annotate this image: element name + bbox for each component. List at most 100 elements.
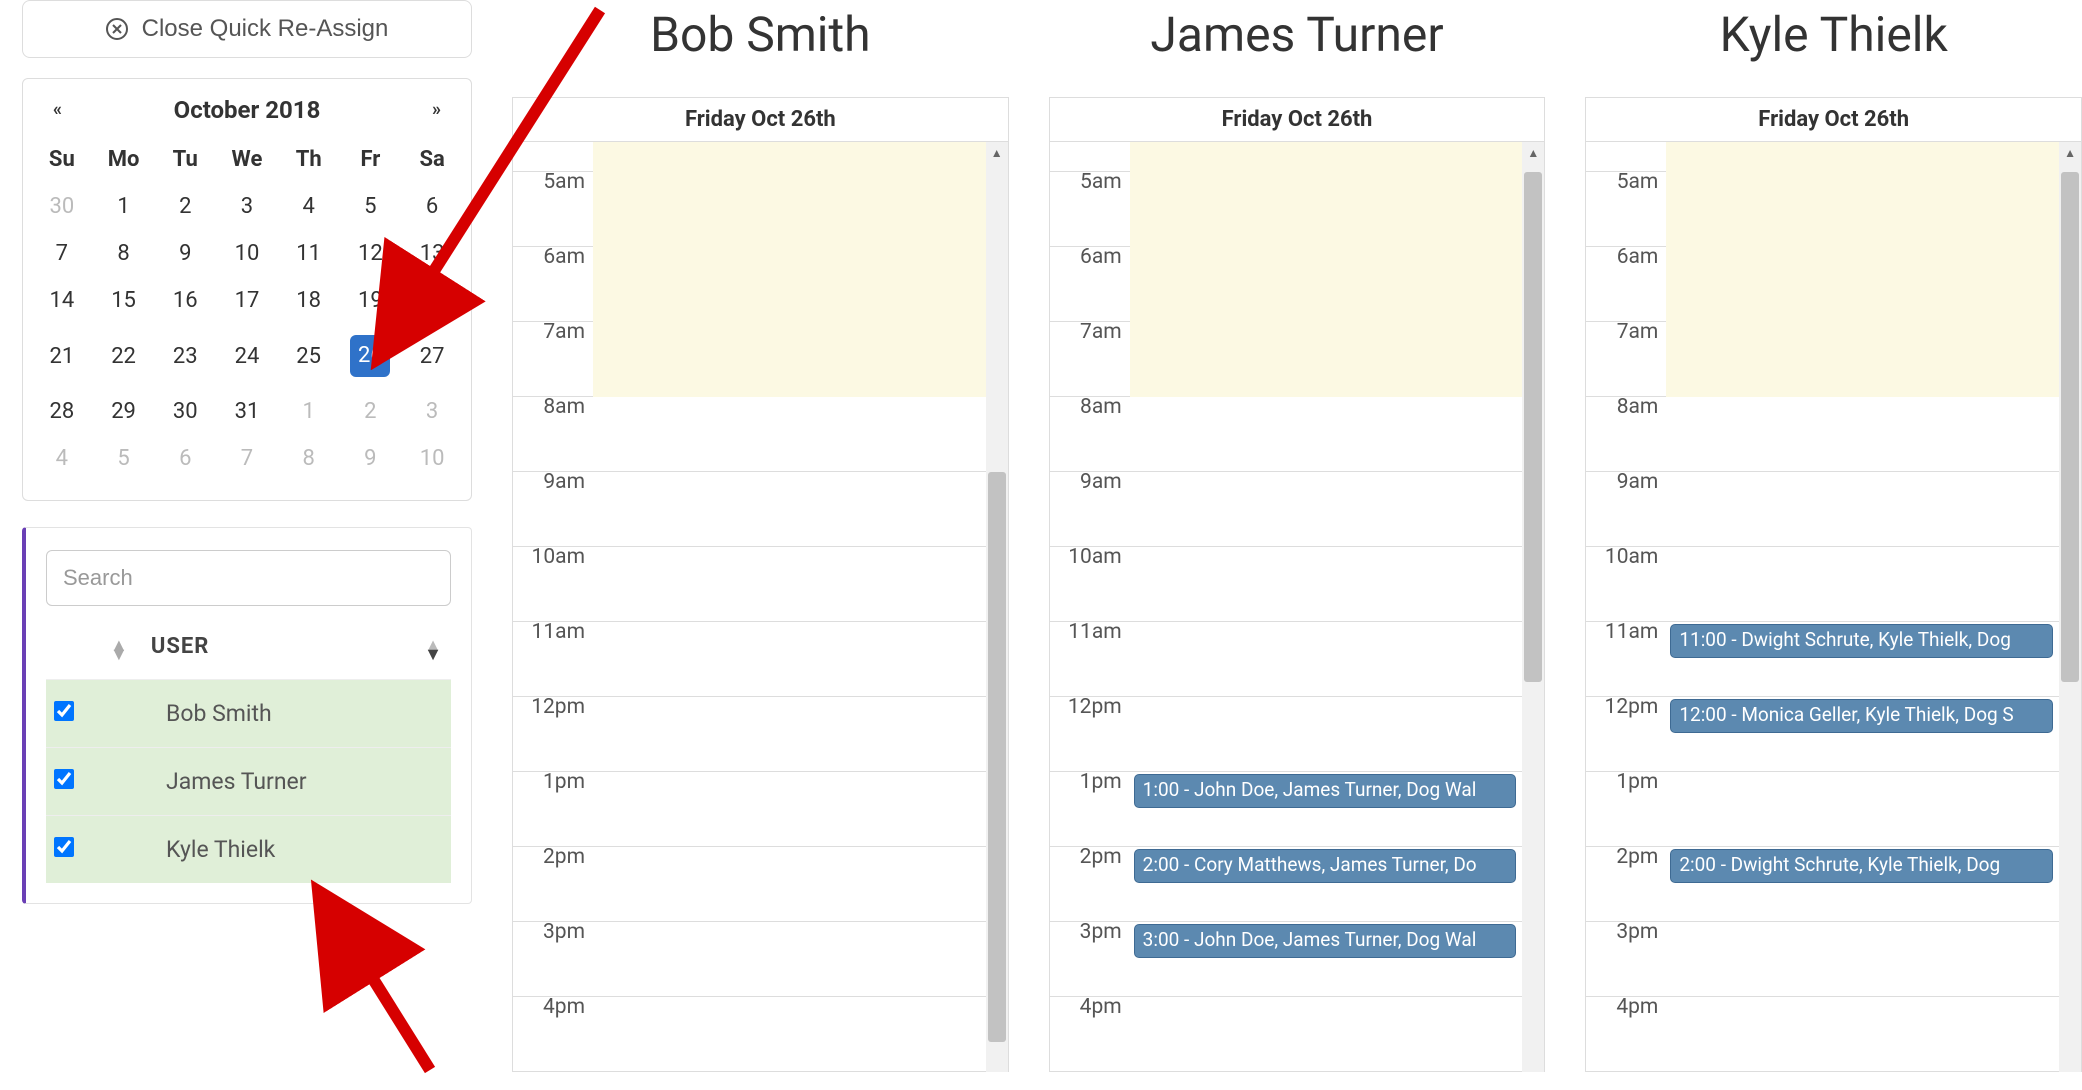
- hour-label: 5am: [513, 172, 593, 247]
- scrollbar[interactable]: ▲: [1522, 142, 1544, 1072]
- calendar-day[interactable]: 13: [401, 230, 463, 277]
- scrollbar[interactable]: ▲: [2059, 142, 2081, 1072]
- weekday-header: Fr: [340, 136, 402, 183]
- user-column-header: USER: [151, 634, 210, 659]
- scrollbar-thumb[interactable]: [2061, 172, 2079, 682]
- calendar-day[interactable]: 5: [340, 183, 402, 230]
- hour-label: 12pm: [513, 697, 593, 772]
- person-name: Bob Smith: [512, 0, 1009, 97]
- scroll-up-icon[interactable]: ▲: [986, 142, 1008, 164]
- user-checkbox[interactable]: [54, 701, 74, 721]
- calendar-event[interactable]: 12:00 - Monica Geller, Kyle Thielk, Dog …: [1670, 699, 2053, 733]
- calendar-day[interactable]: 20: [401, 277, 463, 324]
- calendar-day[interactable]: 27: [401, 324, 463, 388]
- user-name: Kyle Thielk: [110, 836, 443, 863]
- calendar-day[interactable]: 7: [31, 230, 93, 277]
- calendar-event[interactable]: 1:00 - John Doe, James Turner, Dog Wal: [1134, 774, 1517, 808]
- calendar-day[interactable]: 2: [340, 388, 402, 435]
- sort-desc-icon[interactable]: ▲▼: [424, 641, 443, 659]
- calendar-day[interactable]: 4: [31, 435, 93, 482]
- calendar-day[interactable]: 25: [278, 324, 340, 388]
- scrollbar-thumb[interactable]: [1524, 172, 1542, 682]
- scrollbar[interactable]: ▲: [986, 142, 1008, 1072]
- user-checkbox[interactable]: [54, 769, 74, 789]
- calendar-event[interactable]: 2:00 - Dwight Schrute, Kyle Thielk, Dog: [1670, 849, 2053, 883]
- calendar-month-label: October 2018: [174, 96, 321, 124]
- hour-label: 5am: [1586, 172, 1666, 247]
- calendar-day[interactable]: 17: [216, 277, 278, 324]
- calendar-day[interactable]: 4: [278, 183, 340, 230]
- scroll-up-icon[interactable]: ▲: [2059, 142, 2081, 164]
- calendar-day[interactable]: 1: [93, 183, 155, 230]
- weekday-header: Su: [31, 136, 93, 183]
- hour-label: 9am: [513, 472, 593, 547]
- event-column[interactable]: 1:00 - John Doe, James Turner, Dog Wal 2:…: [1130, 142, 1523, 1072]
- calendar-day[interactable]: 6: [154, 435, 216, 482]
- hour-label: 4am: [513, 142, 593, 172]
- user-row[interactable]: James Turner: [46, 747, 451, 815]
- schedule-column: James TurnerFriday Oct 26th4am5am6am7am8…: [1049, 0, 1546, 1083]
- close-quick-reassign-button[interactable]: Close Quick Re-Assign: [22, 0, 472, 58]
- calendar-day[interactable]: 3: [216, 183, 278, 230]
- calendar-day[interactable]: 23: [154, 324, 216, 388]
- calendar-day[interactable]: 11: [278, 230, 340, 277]
- hour-label: 12pm: [1586, 697, 1666, 772]
- calendar-day[interactable]: 30: [31, 183, 93, 230]
- calendar-day[interactable]: 10: [401, 435, 463, 482]
- calendar-day[interactable]: 31: [216, 388, 278, 435]
- hour-label: 8am: [513, 397, 593, 472]
- person-name: James Turner: [1049, 0, 1546, 97]
- calendar-day[interactable]: 3: [401, 388, 463, 435]
- calendar-day[interactable]: 7: [216, 435, 278, 482]
- calendar-day[interactable]: 16: [154, 277, 216, 324]
- weekday-header: Sa: [401, 136, 463, 183]
- hour-label: 4am: [1050, 142, 1130, 172]
- calendar-day[interactable]: 14: [31, 277, 93, 324]
- scroll-up-icon[interactable]: ▲: [1522, 142, 1544, 164]
- calendar-day[interactable]: 15: [93, 277, 155, 324]
- event-column[interactable]: [593, 142, 986, 1072]
- calendar-day[interactable]: 1: [278, 388, 340, 435]
- hour-label: 11am: [1050, 622, 1130, 697]
- calendar-day[interactable]: 8: [278, 435, 340, 482]
- user-checkbox[interactable]: [54, 837, 74, 857]
- user-row[interactable]: Bob Smith: [46, 679, 451, 747]
- hour-label: 4pm: [1586, 997, 1666, 1072]
- hour-label: 8am: [1050, 397, 1130, 472]
- hour-label: 3pm: [1586, 922, 1666, 997]
- user-row[interactable]: Kyle Thielk: [46, 815, 451, 883]
- hour-label: 6am: [1050, 247, 1130, 322]
- calendar-day[interactable]: 22: [93, 324, 155, 388]
- calendar-day[interactable]: 30: [154, 388, 216, 435]
- sort-icon[interactable]: ▲▼: [110, 641, 129, 659]
- day-header: Friday Oct 26th: [512, 97, 1009, 142]
- hour-label: 10am: [1050, 547, 1130, 622]
- calendar-day[interactable]: 28: [31, 388, 93, 435]
- hour-label: 7am: [513, 322, 593, 397]
- prev-month-button[interactable]: «: [45, 95, 70, 124]
- user-search-input[interactable]: [46, 550, 451, 606]
- calendar-day[interactable]: 8: [93, 230, 155, 277]
- calendar-day[interactable]: 12: [340, 230, 402, 277]
- scrollbar-thumb[interactable]: [988, 472, 1006, 1042]
- calendar-day[interactable]: 29: [93, 388, 155, 435]
- calendar-day[interactable]: 6: [401, 183, 463, 230]
- calendar-event[interactable]: 2:00 - Cory Matthews, James Turner, Do: [1134, 849, 1517, 883]
- calendar-day[interactable]: 19: [340, 277, 402, 324]
- calendar-day[interactable]: 5: [93, 435, 155, 482]
- calendar-day[interactable]: 18: [278, 277, 340, 324]
- calendar-day[interactable]: 26: [340, 324, 402, 388]
- hour-label: 7am: [1586, 322, 1666, 397]
- calendar-day[interactable]: 24: [216, 324, 278, 388]
- calendar-event[interactable]: 11:00 - Dwight Schrute, Kyle Thielk, Dog: [1670, 624, 2053, 658]
- next-month-button[interactable]: »: [424, 95, 449, 124]
- event-column[interactable]: 11:00 - Dwight Schrute, Kyle Thielk, Dog…: [1666, 142, 2059, 1072]
- calendar-day[interactable]: 21: [31, 324, 93, 388]
- schedule-column: Kyle ThielkFriday Oct 26th4am5am6am7am8a…: [1585, 0, 2082, 1083]
- calendar-event[interactable]: 3:00 - John Doe, James Turner, Dog Wal: [1134, 924, 1517, 958]
- calendar-day[interactable]: 10: [216, 230, 278, 277]
- calendar-day[interactable]: 9: [340, 435, 402, 482]
- hour-label: 4am: [1586, 142, 1666, 172]
- calendar-day[interactable]: 9: [154, 230, 216, 277]
- calendar-day[interactable]: 2: [154, 183, 216, 230]
